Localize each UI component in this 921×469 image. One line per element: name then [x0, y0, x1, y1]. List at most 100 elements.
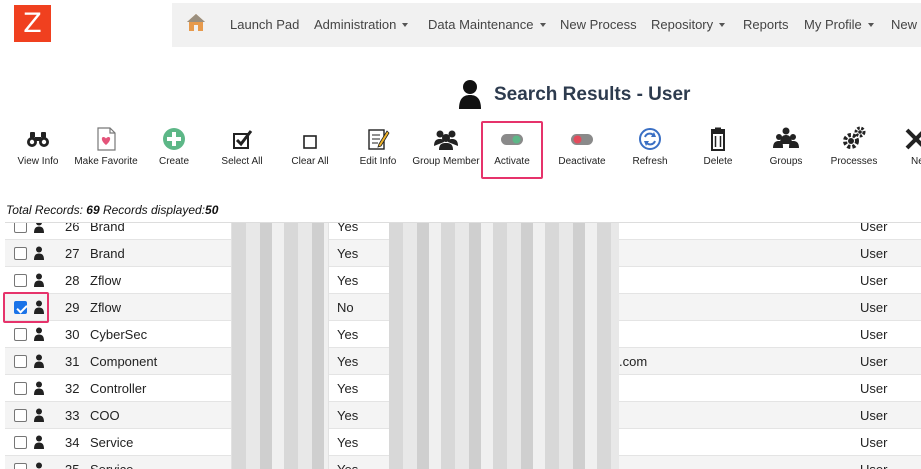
user-icon: [34, 273, 44, 287]
row-number: 27: [65, 246, 80, 261]
table-row[interactable]: 26 Brand Yes User: [5, 222, 921, 240]
row-checkbox[interactable]: [14, 463, 27, 469]
chevron-down-icon: [539, 23, 546, 27]
row-type: User: [860, 354, 888, 369]
trash-icon: [711, 127, 725, 151]
redacted-cell: [389, 223, 619, 240]
row-number: 34: [65, 435, 80, 450]
delete-button[interactable]: Delete: [696, 124, 740, 180]
home-icon[interactable]: [185, 12, 207, 34]
clear-all-button[interactable]: Clear All: [286, 124, 334, 180]
row-number: 32: [65, 381, 80, 396]
column-divider: [231, 375, 232, 402]
table-row[interactable]: 29 Zflow No User: [5, 294, 921, 321]
row-email-tail: .com: [619, 354, 648, 369]
binoculars-icon: [27, 132, 49, 147]
column-divider: [231, 240, 232, 267]
nav-my-profile[interactable]: My Profile: [804, 17, 874, 32]
favorite-document-icon: [97, 127, 116, 151]
row-name: Service: [90, 462, 133, 469]
records-summary: Total Records: 69 Records displayed:50: [6, 203, 219, 217]
row-name: COO: [90, 408, 120, 423]
toggle-off-icon: [571, 134, 593, 145]
table-row[interactable]: 33 COO Yes User: [5, 402, 921, 429]
row-name: Service: [90, 435, 134, 450]
row-number: 35: [65, 462, 79, 469]
nav-data-maintenance[interactable]: Data Maintenance: [428, 17, 546, 32]
redacted-cell: [389, 375, 619, 402]
redacted-cell: [232, 240, 328, 267]
column-divider: [231, 294, 232, 321]
row-checkbox[interactable]: [14, 274, 27, 287]
redacted-cell: [389, 402, 619, 429]
next-button[interactable]: Ne: [902, 124, 921, 180]
row-checkbox[interactable]: [14, 382, 27, 395]
app-logo[interactable]: Z: [14, 5, 51, 42]
results-table: 26 Brand Yes User 27 Brand Yes User 28 Zflow Yes Us…: [5, 222, 921, 469]
column-divider: [328, 294, 329, 321]
nav-launch-pad[interactable]: Launch Pad: [230, 17, 299, 32]
group-member-button[interactable]: Group Member: [410, 124, 482, 180]
make-favorite-button[interactable]: Make Favorite: [72, 124, 140, 180]
top-navigation-bar: Z Launch Pad Administration Data Mainten…: [0, 0, 921, 48]
column-divider: [328, 321, 329, 348]
row-checkbox[interactable]: [14, 223, 27, 233]
column-divider: [328, 429, 329, 456]
user-icon: [459, 80, 481, 109]
redacted-cell: [232, 267, 328, 294]
nav-administration[interactable]: Administration: [314, 17, 409, 32]
table-row[interactable]: 28 Zflow Yes User: [5, 267, 921, 294]
row-type: User: [860, 246, 888, 261]
redacted-cell: [389, 240, 619, 267]
nav-new-s[interactable]: New S: [891, 17, 921, 32]
refresh-icon: [639, 128, 661, 150]
table-row[interactable]: 34 Service Yes User: [5, 429, 921, 456]
table-row[interactable]: 35 Service Yes User: [5, 456, 921, 469]
page-title: Search Results - User: [494, 84, 691, 105]
row-active: Yes: [337, 327, 359, 342]
edit-info-button[interactable]: Edit Info: [354, 124, 402, 180]
redacted-cell: [389, 321, 619, 348]
activate-highlight: [481, 121, 543, 179]
row-checkbox[interactable]: [14, 436, 27, 449]
row-checkbox[interactable]: [14, 355, 27, 368]
table-row[interactable]: 32 Controller Yes User: [5, 375, 921, 402]
user-icon: [34, 246, 44, 260]
column-divider: [328, 456, 329, 469]
refresh-button[interactable]: Refresh: [626, 124, 674, 180]
row-checkbox[interactable]: [14, 328, 27, 341]
row-type: User: [860, 300, 888, 315]
table-row[interactable]: 31 Component Yes .com User: [5, 348, 921, 375]
row-name: Zflow: [90, 300, 122, 315]
row-name: Controller: [90, 381, 147, 396]
row-number: 26: [65, 222, 80, 234]
groups-button[interactable]: Groups: [762, 124, 810, 180]
chevron-down-icon: [867, 23, 874, 27]
create-button[interactable]: Create: [150, 124, 198, 180]
redacted-cell: [232, 321, 328, 348]
row-name: Brand: [90, 222, 125, 234]
row-type: User: [860, 435, 888, 450]
redacted-cell: [232, 223, 328, 240]
deactivate-button[interactable]: Deactivate: [554, 124, 610, 180]
row-checkbox[interactable]: [14, 409, 27, 422]
user-icon: [34, 408, 44, 422]
row-active: Yes: [337, 381, 359, 396]
processes-button[interactable]: Processes: [826, 124, 882, 180]
row-type: User: [860, 462, 887, 469]
column-divider: [328, 348, 329, 375]
groups-icon: [773, 127, 799, 148]
table-row[interactable]: 30 CyberSec Yes User: [5, 321, 921, 348]
view-info-button[interactable]: View Info: [12, 124, 64, 180]
table-row[interactable]: 27 Brand Yes User: [5, 240, 921, 267]
column-divider: [328, 375, 329, 402]
row-checkbox[interactable]: [14, 247, 27, 260]
nav-new-process[interactable]: New Process: [560, 17, 637, 32]
select-all-button[interactable]: Select All: [216, 124, 268, 180]
row-type: User: [860, 327, 888, 342]
nav-repository[interactable]: Repository: [651, 17, 726, 32]
row-active: Yes: [337, 246, 359, 261]
redacted-cell: [232, 402, 328, 429]
row-type: User: [860, 381, 888, 396]
nav-reports[interactable]: Reports: [743, 17, 789, 32]
